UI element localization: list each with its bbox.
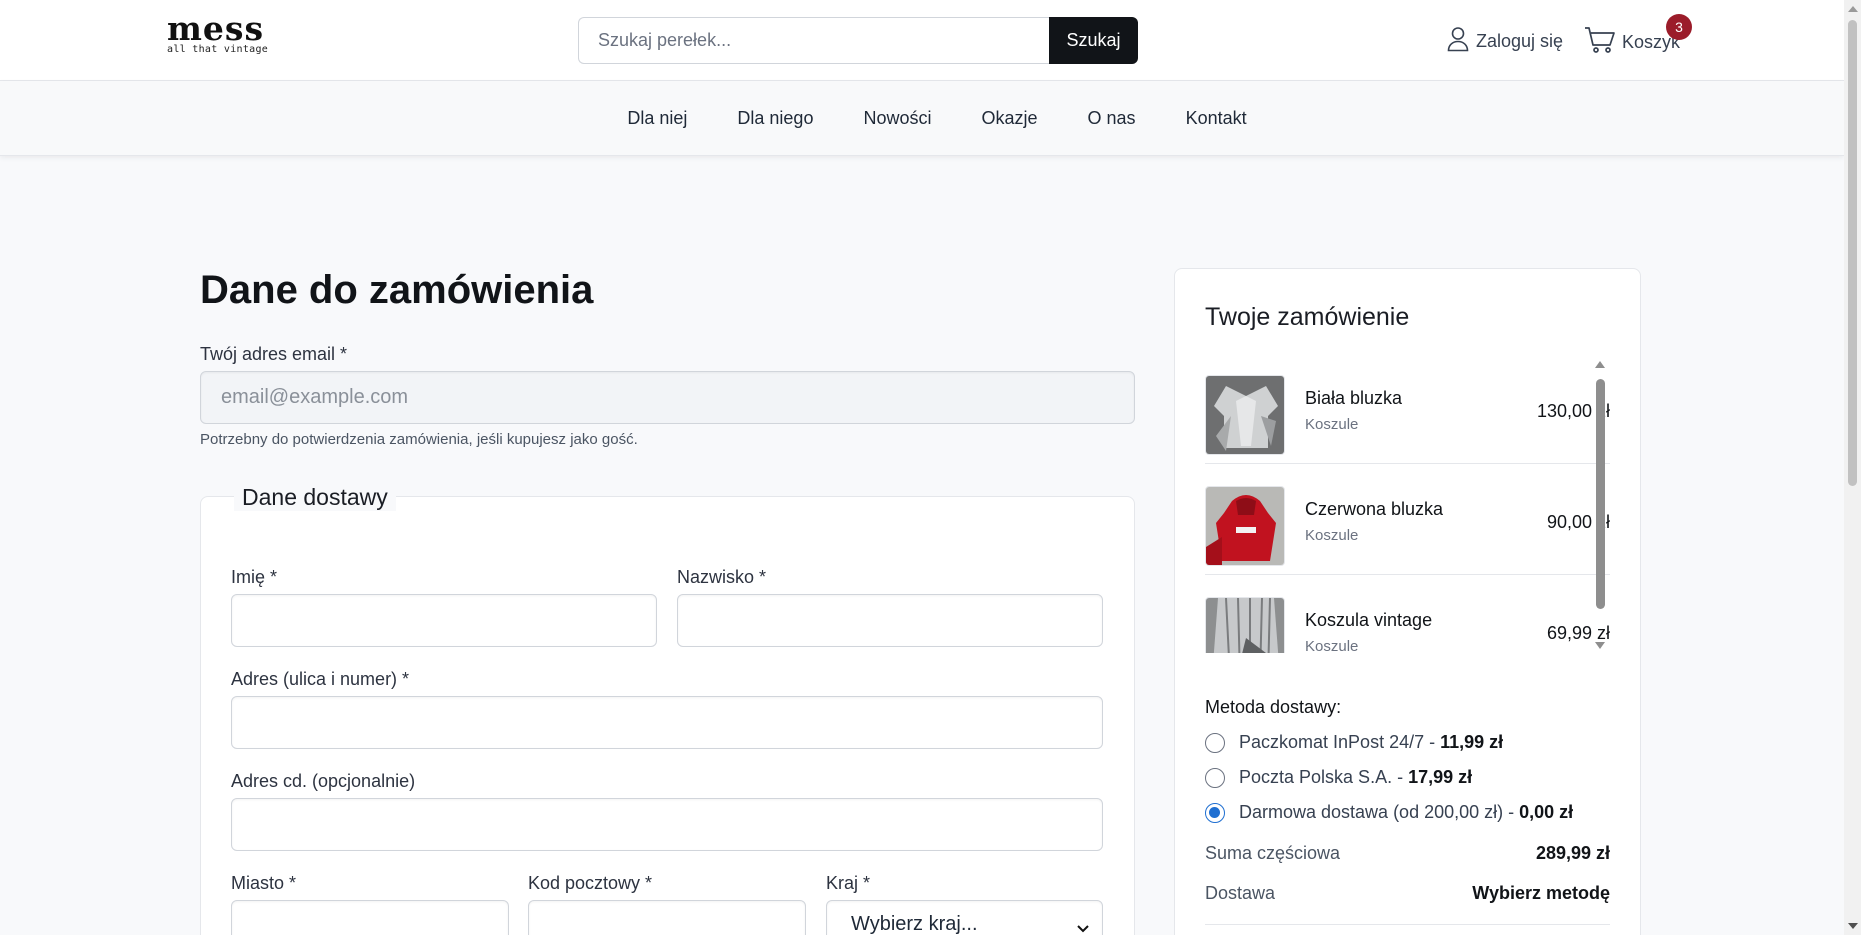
address-label: Adres (ulica i numer) *: [231, 669, 410, 689]
product-image: [1205, 375, 1285, 455]
radio-button-selected[interactable]: [1205, 802, 1225, 823]
scroll-up-icon[interactable]: [1848, 6, 1858, 12]
shipping-legend: Dane dostawy: [234, 484, 396, 511]
chevron-down-icon: [1076, 917, 1090, 935]
delivery-value: Wybierz metodę: [1472, 883, 1610, 903]
cart-link[interactable]: Koszyk 3: [1584, 14, 1692, 59]
subtotal-value: 289,99 zł: [1535, 843, 1610, 863]
search-input[interactable]: [578, 17, 1049, 64]
shipping-option-poczta[interactable]: Poczta Polska S.A. - 17,99 zł: [1205, 767, 1472, 788]
item-category: Koszule: [1305, 638, 1359, 653]
scroll-down-icon[interactable]: [1848, 923, 1858, 929]
city-field[interactable]: [231, 900, 509, 935]
shipping-option-free[interactable]: Darmowa dostawa (od 200,00 zł) - 0,00 zł: [1205, 802, 1573, 823]
order-summary-title: Twoje zamówienie: [1205, 303, 1410, 331]
cart-count-badge: 3: [1666, 14, 1692, 40]
nav-item-okazje[interactable]: Okazje: [982, 108, 1038, 129]
login-link[interactable]: Zaloguj się: [1447, 26, 1563, 57]
cart-icon: [1584, 26, 1616, 59]
last-name-field[interactable]: [677, 594, 1103, 647]
page-title: Dane do zamówienia: [200, 268, 594, 312]
shipping-option-label: Darmowa dostawa (od 200,00 zł) - 0,00 zł: [1239, 802, 1574, 822]
divider: [1205, 924, 1610, 925]
email-label: Twój adres email *: [200, 344, 348, 364]
nav-item-o-nas[interactable]: O nas: [1088, 108, 1136, 129]
item-name: Czerwona bluzka: [1305, 499, 1444, 519]
address2-field[interactable]: [231, 798, 1103, 851]
order-item: Biała bluzka Koszule 130,00 zł: [1205, 353, 1610, 464]
top-header: mess all that vintage Szukaj Zaloguj się…: [0, 0, 1844, 81]
main-nav: Dla niej Dla niego Nowości Okazje O nas …: [0, 81, 1844, 156]
email-field[interactable]: email@example.com: [200, 371, 1135, 424]
last-name-label: Nazwisko *: [677, 567, 767, 587]
order-items-list[interactable]: Biała bluzka Koszule 130,00 zł Czerwona …: [1205, 353, 1610, 653]
nav-item-dla-niego[interactable]: Dla niego: [737, 108, 813, 129]
item-name: Biała bluzka: [1305, 388, 1403, 408]
shipping-option-inpost[interactable]: Paczkomat InPost 24/7 - 11,99 zł: [1205, 732, 1503, 753]
subtotal-label: Suma częściowa: [1205, 843, 1341, 863]
city-label: Miasto *: [231, 873, 297, 893]
search-bar: Szukaj: [578, 17, 1138, 64]
nav-item-dla-niej[interactable]: Dla niej: [627, 108, 687, 129]
nav-item-nowosci[interactable]: Nowości: [863, 108, 931, 129]
search-button[interactable]: Szukaj: [1049, 17, 1138, 64]
shipping-method-title: Metoda dostawy:: [1205, 697, 1342, 717]
order-item: Czerwona bluzka Koszule 90,00 zł: [1205, 464, 1610, 575]
address2-label: Adres cd. (opcjonalnie): [231, 771, 416, 791]
radio-button[interactable]: [1205, 732, 1225, 753]
scroll-down-arrow-icon[interactable]: [1594, 641, 1606, 651]
user-icon: [1447, 26, 1469, 57]
postal-code-label: Kod pocztowy *: [528, 873, 653, 893]
order-items-scrollbar[interactable]: [1593, 359, 1607, 659]
item-category: Koszule: [1305, 527, 1359, 544]
country-select-value: Wybierz kraj...: [851, 913, 978, 935]
first-name-field[interactable]: [231, 594, 657, 647]
subtotal-row: Suma częściowa 289,99 zł: [1205, 843, 1610, 864]
logo-text: mess: [167, 9, 265, 48]
order-summary: Twoje zamówienie Biała bluzka Koszule 13…: [1174, 268, 1641, 935]
nav-item-kontakt[interactable]: Kontakt: [1186, 108, 1247, 129]
item-category: Koszule: [1305, 416, 1359, 433]
postal-code-field[interactable]: [528, 900, 806, 935]
first-name-label: Imię *: [231, 567, 278, 587]
logo-tagline: all that vintage: [167, 44, 269, 55]
logo[interactable]: mess all that vintage: [167, 9, 269, 56]
login-label: Zaloguj się: [1476, 31, 1564, 51]
order-item: Koszula vintage Koszule 69,99 zł: [1205, 575, 1610, 653]
address-field[interactable]: [231, 696, 1103, 749]
email-help-text: Potrzebny do potwierdzenia zamówienia, j…: [200, 431, 638, 448]
scroll-up-arrow-icon[interactable]: [1594, 359, 1606, 369]
product-image: [1205, 597, 1285, 653]
product-image: [1205, 486, 1285, 566]
radio-button[interactable]: [1205, 767, 1225, 788]
delivery-row: Dostawa Wybierz metodę: [1205, 883, 1610, 904]
delivery-label: Dostawa: [1205, 883, 1276, 903]
country-select[interactable]: Wybierz kraj...: [826, 900, 1103, 935]
item-name: Koszula vintage: [1305, 610, 1433, 630]
page-scrollbar[interactable]: [1844, 0, 1861, 935]
order-items-scroll-thumb[interactable]: [1596, 379, 1605, 609]
shipping-option-label: Paczkomat InPost 24/7 - 11,99 zł: [1239, 732, 1504, 752]
page-scroll-thumb[interactable]: [1848, 20, 1857, 486]
shipping-option-label: Poczta Polska S.A. - 17,99 zł: [1239, 767, 1473, 787]
country-label: Kraj *: [826, 873, 871, 893]
